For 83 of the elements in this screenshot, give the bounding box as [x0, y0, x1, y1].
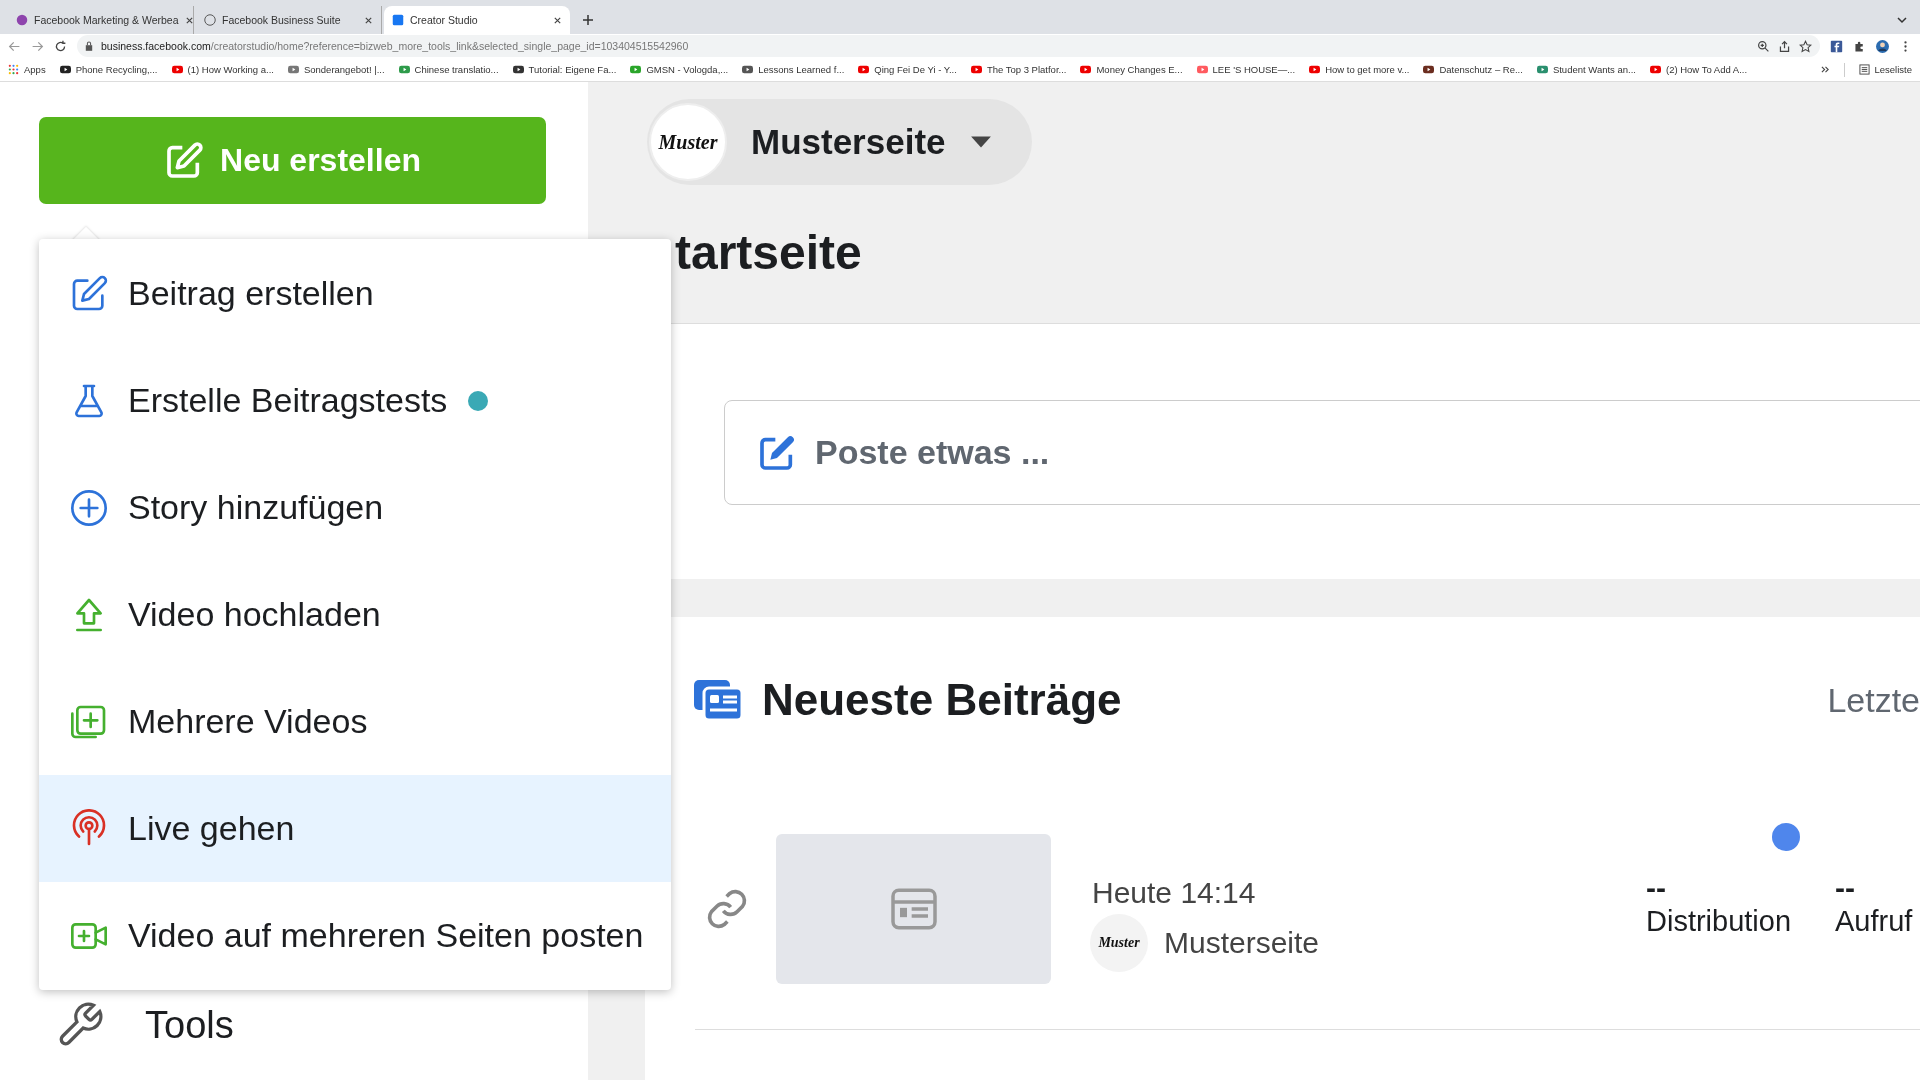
apps-grid-icon — [8, 64, 19, 75]
favicon-icon — [858, 64, 870, 75]
puzzle-icon[interactable] — [1853, 39, 1866, 53]
bookmark[interactable]: Chinese translatio... — [398, 64, 499, 75]
favicon-icon — [392, 14, 404, 26]
posts-icon — [694, 678, 744, 722]
forward-icon[interactable] — [31, 39, 44, 53]
bookmark[interactable]: Tutorial: Eigene Fa... — [512, 64, 617, 75]
caret-icon — [969, 135, 992, 149]
favicon-icon — [742, 64, 754, 75]
favicon-icon — [1196, 64, 1208, 75]
bookmark[interactable]: Apps — [8, 64, 46, 75]
new-tab-icon[interactable] — [582, 14, 594, 26]
bookmark[interactable]: Student Wants an... — [1536, 64, 1636, 75]
menu-item[interactable]: Story hinzufügen — [39, 454, 671, 561]
bookmark[interactable]: GMSN - Vologda,... — [630, 64, 729, 75]
favicon-icon — [512, 64, 524, 75]
bookmark[interactable]: (2) How To Add A... — [1649, 64, 1748, 75]
section-title: Neueste Beiträge — [762, 674, 1122, 726]
post-time: Heute 14:14 — [1091, 876, 1257, 910]
share-icon[interactable] — [1778, 39, 1791, 53]
menu-item[interactable]: Mehrere Videos — [39, 668, 671, 775]
profile-avatar-icon[interactable] — [1876, 39, 1889, 53]
favicon-icon — [1649, 64, 1661, 75]
favicon-icon — [398, 64, 410, 75]
stat-value: -- — [1646, 870, 1667, 905]
page-name: Musterseite — [1164, 926, 1320, 960]
extension-icon[interactable] — [1830, 39, 1843, 53]
favicon-icon — [59, 64, 71, 75]
favicon-icon — [204, 14, 216, 26]
menu-item[interactable]: Live gehen — [39, 775, 671, 882]
more-bookmarks-icon[interactable] — [1820, 65, 1830, 74]
bookmark[interactable]: The Top 3 Platfor... — [970, 64, 1067, 75]
menu-item[interactable]: Beitrag erstellen — [39, 240, 671, 347]
bookmark[interactable]: (1) How Working a... — [171, 64, 274, 75]
stat-label: Distribution — [1646, 904, 1793, 938]
close-icon[interactable] — [364, 15, 373, 25]
zoom-icon[interactable] — [1757, 39, 1770, 53]
bookmark[interactable]: Datenschutz – Re... — [1423, 64, 1523, 75]
stat-label: Aufruf — [1835, 904, 1914, 938]
page-switcher[interactable]: Muster Musterseite — [647, 99, 1032, 185]
bookmark[interactable]: Phone Recycling,... — [59, 64, 158, 75]
favicon-icon — [287, 64, 299, 75]
favicon-icon — [1080, 64, 1092, 75]
link-icon — [705, 887, 749, 931]
bookmark[interactable]: How to get more v... — [1309, 64, 1410, 75]
bookmark[interactable]: Lessons Learned f... — [742, 64, 845, 75]
bookmark[interactable]: Money Changes E... — [1080, 64, 1183, 75]
favicon-icon — [171, 64, 183, 75]
bookmark[interactable]: LEE 'S HOUSE—... — [1196, 64, 1296, 75]
tools-item[interactable]: Tools — [39, 1000, 588, 1050]
favicon-icon — [970, 64, 982, 75]
reading-list-icon — [1858, 64, 1870, 75]
favicon-icon — [630, 64, 642, 75]
reload-icon[interactable] — [54, 39, 67, 53]
menu-item[interactable]: Video auf mehreren Seiten posten — [39, 882, 671, 989]
favicon-icon — [16, 14, 28, 26]
close-icon[interactable] — [553, 15, 562, 25]
close-icon[interactable] — [184, 15, 194, 25]
favicon-icon — [1536, 64, 1548, 75]
filter-label[interactable]: Letzte — [1827, 680, 1920, 720]
post-field[interactable]: Poste etwas ... — [813, 432, 1417, 473]
lock-icon — [85, 41, 93, 51]
plus-circle-icon — [69, 487, 109, 528]
post-thumbnail[interactable] — [776, 834, 1051, 984]
menu-item[interactable]: Video hochladen — [39, 561, 671, 668]
page-logo: Muster — [1090, 914, 1148, 972]
reading-list[interactable]: Leseliste — [1858, 64, 1912, 75]
bookmark[interactable]: Qing Fei De Yi - Y... — [858, 64, 957, 75]
page-heading: tartseite — [675, 225, 863, 281]
menu-item[interactable]: Erstelle Beitragstests — [39, 347, 671, 454]
favicon-icon — [1309, 64, 1321, 75]
address-bar[interactable]: business.facebook.com/creatorstudio/home?reference=bizweb_more_tools_link&selected_single_page_id=103404515542960 — [77, 35, 1820, 57]
url-text: business.facebook.com/creatorstudio/home?reference=bizweb_more_tools_link&selected_single_page_id=103404515542960 — [101, 40, 689, 52]
page-logo: Muster — [649, 103, 727, 181]
chevron-down-icon[interactable] — [1896, 14, 1908, 26]
edit-icon — [164, 140, 204, 181]
favicon-icon — [1423, 64, 1435, 75]
stat-value: -- — [1835, 870, 1856, 905]
bookmark[interactable]: Sonderangebot! |... — [287, 64, 385, 75]
star-icon[interactable] — [1799, 39, 1812, 53]
back-icon[interactable] — [8, 39, 21, 53]
browser-tab[interactable]: Creator Studio — [384, 6, 570, 34]
